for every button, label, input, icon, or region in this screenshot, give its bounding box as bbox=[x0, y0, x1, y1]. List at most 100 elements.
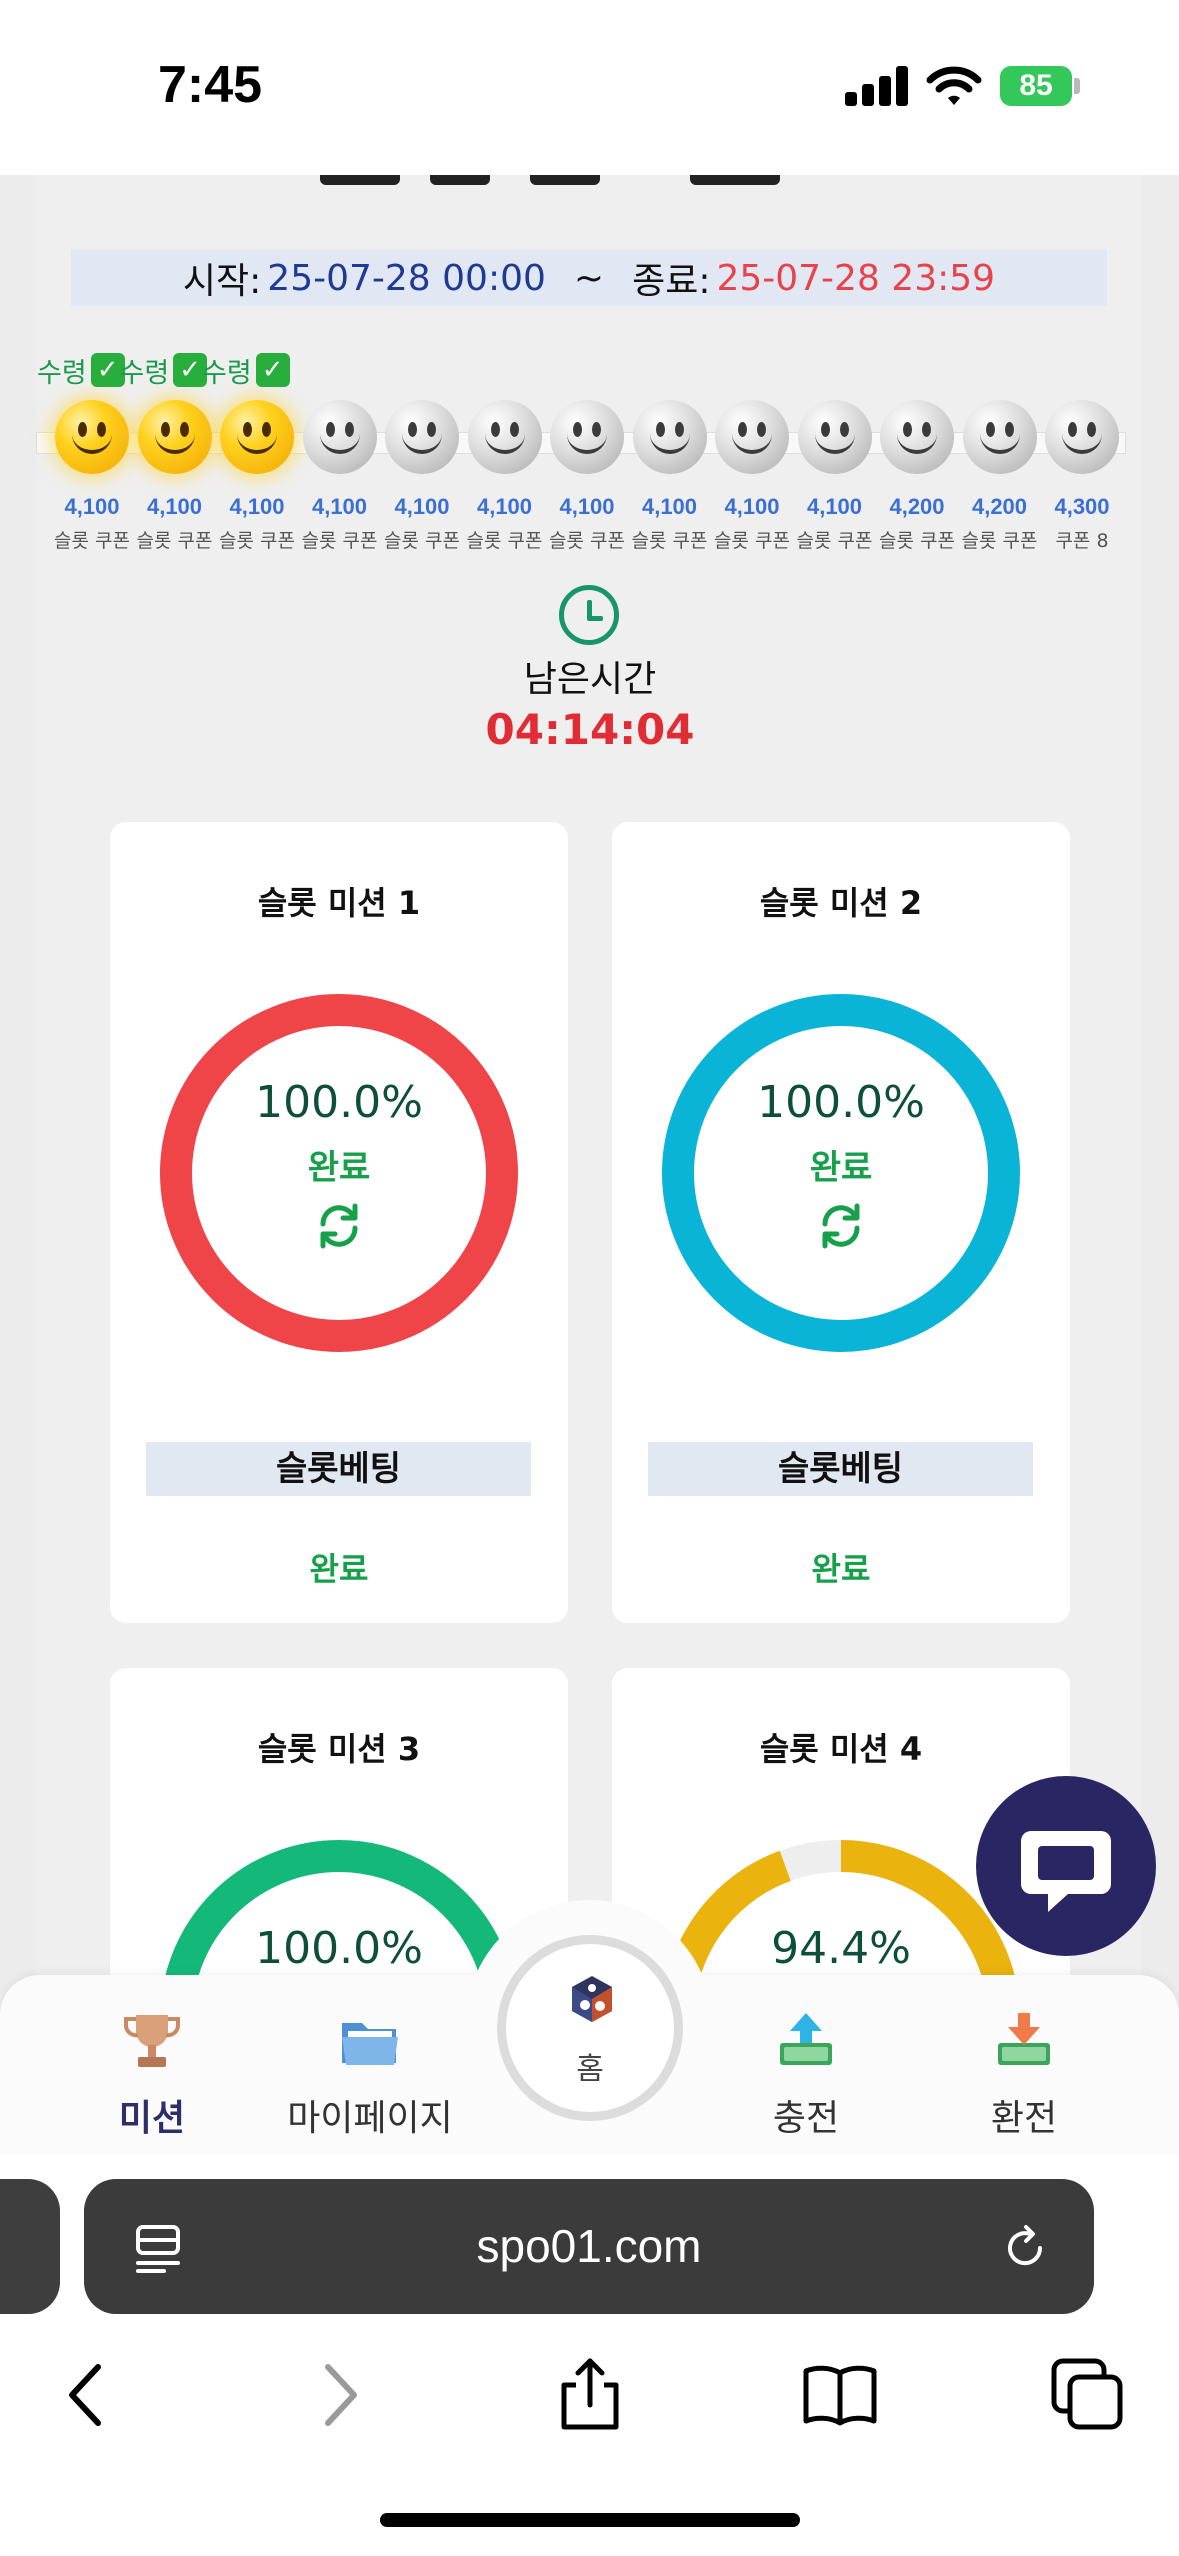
coupon-item[interactable]: 4,100 슬롯 쿠폰 bbox=[464, 400, 546, 553]
mission-card-1[interactable]: 슬롯 미션 1 100.0% 완료 슬롯베팅 완료 bbox=[110, 822, 568, 1623]
back-icon[interactable] bbox=[46, 2355, 126, 2435]
smiley-coin-icon bbox=[55, 400, 129, 474]
coupon-name: 슬롯 쿠폰 bbox=[879, 530, 955, 552]
home-logo-icon bbox=[572, 1976, 612, 2022]
cellular-signal-icon bbox=[845, 66, 909, 106]
remaining-time-label: 남은시간 bbox=[523, 659, 657, 700]
trophy-icon bbox=[124, 2015, 180, 2067]
reload-icon[interactable] bbox=[1000, 2223, 1050, 2273]
end-date: 25-07-28 23:59 bbox=[716, 257, 996, 299]
coupon-name: 슬롯 쿠폰 bbox=[549, 530, 625, 552]
coupon-item[interactable]: 4,200 슬롯 쿠폰 bbox=[959, 400, 1041, 553]
coupon-name: 슬롯 쿠폰 bbox=[136, 530, 213, 552]
tabs-icon[interactable] bbox=[1048, 2355, 1128, 2435]
mission-percent: 100.0% bbox=[757, 1077, 925, 1128]
refresh-icon[interactable] bbox=[315, 1202, 363, 1250]
smiley-coin-icon bbox=[467, 400, 542, 474]
coupon-amount: 4,300 bbox=[1054, 494, 1110, 519]
end-label: 종료: bbox=[632, 261, 711, 302]
address-bar[interactable]: spo01.com bbox=[84, 2179, 1094, 2314]
url-text: spo01.com bbox=[476, 2220, 702, 2272]
coupon-item[interactable]: 4,200 슬롯 쿠폰 bbox=[876, 400, 958, 553]
nav-deposit-label: 충전 bbox=[772, 2098, 840, 2139]
remaining-time-value: 04:14:04 bbox=[485, 705, 695, 754]
folder-icon bbox=[342, 2023, 398, 2065]
coupon-amount: 4,100 bbox=[806, 494, 863, 519]
coupon-item[interactable]: 4,100 슬롯 쿠폰 bbox=[381, 400, 463, 553]
nav-home-label: 홈 bbox=[576, 2052, 604, 2087]
money-down-icon bbox=[998, 2013, 1050, 2065]
mission-status: 완료 bbox=[809, 1148, 873, 1188]
coupon-item[interactable]: 4,300 쿠폰 8 bbox=[1041, 400, 1123, 553]
claimed-badge: 수령 ✓ bbox=[202, 352, 290, 389]
coupon-name: 슬롯 쿠폰 bbox=[384, 530, 460, 552]
mission-type: 슬롯베팅 bbox=[648, 1442, 1033, 1496]
battery-tip bbox=[1074, 78, 1080, 94]
claimed-label: 수령 bbox=[119, 357, 170, 389]
bookmarks-icon[interactable] bbox=[800, 2355, 880, 2435]
claimed-badge: 수령 ✓ bbox=[119, 352, 208, 389]
coupon-item[interactable]: 4,100 슬롯 쿠폰 bbox=[216, 400, 298, 553]
coupon-amount: 4,200 bbox=[889, 494, 945, 519]
smiley-coin-icon bbox=[302, 400, 377, 474]
smiley-coin-icon bbox=[962, 400, 1037, 474]
share-icon[interactable] bbox=[550, 2355, 630, 2435]
nav-mission-label: 미션 bbox=[118, 2098, 186, 2139]
coupon-name: 쿠폰 8 bbox=[1055, 530, 1109, 552]
coupon-amount: 4,100 bbox=[311, 494, 368, 519]
nav-withdraw[interactable]: 환전 bbox=[924, 2009, 1124, 2141]
mission-percent: 100.0% bbox=[255, 1077, 423, 1128]
date-separator: ~ bbox=[573, 257, 605, 299]
coupon-amount: 4,200 bbox=[971, 494, 1028, 519]
refresh-icon[interactable] bbox=[817, 1202, 865, 1250]
page-title-cut bbox=[300, 175, 800, 185]
coupon-name: 슬롯 쿠폰 bbox=[54, 530, 130, 552]
mission-card-2[interactable]: 슬롯 미션 2 100.0% 완료 슬롯베팅 완료 bbox=[612, 822, 1070, 1623]
nav-mypage-label: 마이페이지 bbox=[287, 2098, 453, 2139]
chat-icon bbox=[1021, 1831, 1111, 1912]
coupon-name: 슬롯 쿠폰 bbox=[961, 530, 1038, 552]
coupon-item[interactable]: 4,100 슬롯 쿠폰 bbox=[134, 400, 216, 553]
coupon-amount: 4,100 bbox=[724, 494, 780, 519]
smiley-coin-icon bbox=[137, 400, 212, 474]
smiley-coin-icon bbox=[385, 400, 459, 474]
mission-complete: 완료 bbox=[811, 1550, 871, 1588]
event-period: 시작: 25-07-28 00:00 ~ 종료: 25-07-28 23:59 bbox=[71, 250, 1107, 306]
claimed-badge: 수령 ✓ bbox=[37, 352, 125, 389]
smiley-coin-icon bbox=[1045, 400, 1119, 474]
claimed-label: 수령 bbox=[202, 357, 252, 389]
claimed-label: 수령 bbox=[37, 357, 87, 389]
smiley-coin-icon bbox=[715, 400, 789, 474]
coupon-name: 슬롯 쿠폰 bbox=[796, 530, 873, 552]
smiley-coin-icon bbox=[880, 400, 954, 474]
coupon-item[interactable]: 4,100 슬롯 쿠폰 bbox=[299, 400, 381, 553]
coupon-item[interactable]: 4,100 슬롯 쿠폰 bbox=[711, 400, 793, 553]
coupon-amount: 4,100 bbox=[229, 494, 285, 519]
home-indicator bbox=[380, 2513, 800, 2527]
wifi-icon bbox=[926, 66, 982, 105]
live-chat-button[interactable] bbox=[976, 1776, 1156, 1956]
coupon-item[interactable]: 4,100 슬롯 쿠폰 bbox=[794, 400, 876, 553]
coupon-item[interactable]: 4,100 슬롯 쿠폰 bbox=[629, 400, 711, 553]
mission-title: 슬롯 미션 4 bbox=[759, 1730, 923, 1768]
coupon-name: 슬롯 쿠폰 bbox=[631, 530, 708, 552]
smiley-coin-icon bbox=[220, 400, 294, 474]
nav-home[interactable]: 홈 bbox=[497, 1935, 683, 2121]
nav-withdraw-label: 환전 bbox=[990, 2098, 1058, 2139]
nav-mypage[interactable]: 마이페이지 bbox=[270, 2009, 470, 2141]
nav-deposit[interactable]: 충전 bbox=[706, 2009, 906, 2141]
mission-title: 슬롯 미션 2 bbox=[759, 884, 923, 922]
forward-icon[interactable] bbox=[300, 2355, 380, 2435]
smiley-coin-icon bbox=[797, 400, 872, 474]
previous-tab-pill[interactable] bbox=[0, 2179, 60, 2314]
coupon-name: 슬롯 쿠폰 bbox=[301, 530, 378, 552]
coupon-amount: 4,100 bbox=[146, 494, 203, 519]
status-time: 7:45 bbox=[158, 56, 263, 114]
mission-complete: 완료 bbox=[309, 1550, 369, 1588]
coupon-item[interactable]: 4,100 슬롯 쿠폰 bbox=[51, 400, 133, 553]
coupon-amount: 4,100 bbox=[64, 494, 120, 519]
nav-mission[interactable]: 미션 bbox=[52, 2009, 252, 2141]
mission-title: 슬롯 미션 3 bbox=[257, 1730, 421, 1768]
coupon-item[interactable]: 4,100 슬롯 쿠폰 bbox=[546, 400, 628, 553]
coupon-name: 슬롯 쿠폰 bbox=[219, 530, 295, 552]
